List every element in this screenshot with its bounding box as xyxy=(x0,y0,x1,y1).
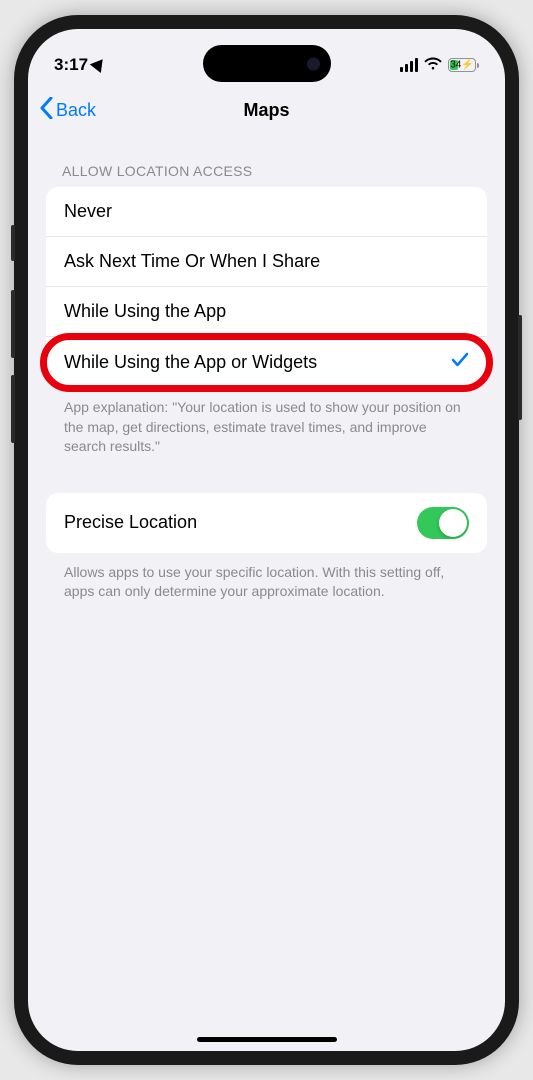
option-label: While Using the App xyxy=(64,301,226,322)
precise-location-footer: Allows apps to use your specific locatio… xyxy=(46,553,487,602)
status-time: 3:17 xyxy=(54,55,88,75)
page-title: Maps xyxy=(243,100,289,121)
location-access-header: ALLOW LOCATION ACCESS xyxy=(46,163,487,187)
option-ask-next-time[interactable]: Ask Next Time Or When I Share xyxy=(46,237,487,287)
option-never[interactable]: Never xyxy=(46,187,487,237)
location-services-icon xyxy=(90,55,108,73)
wifi-icon xyxy=(424,56,442,75)
nav-bar: Back Maps xyxy=(28,85,505,135)
cellular-signal-icon xyxy=(400,58,418,72)
phone-silent-switch xyxy=(11,225,15,261)
chevron-left-icon xyxy=(40,97,53,124)
phone-volume-up xyxy=(11,290,15,358)
phone-power-button xyxy=(518,315,522,420)
status-left: 3:17 xyxy=(54,55,106,75)
precise-location-card: Precise Location xyxy=(46,493,487,553)
phone-frame: 3:17 34⚡ xyxy=(14,15,519,1065)
checkmark-icon xyxy=(451,351,469,374)
option-label: Never xyxy=(64,201,112,222)
back-label: Back xyxy=(56,100,96,121)
location-access-card: Never Ask Next Time Or When I Share Whil… xyxy=(46,187,487,388)
home-indicator[interactable] xyxy=(197,1037,337,1042)
back-button[interactable]: Back xyxy=(40,97,96,124)
precise-location-label: Precise Location xyxy=(64,512,197,533)
dynamic-island xyxy=(203,45,331,82)
status-right: 34⚡ xyxy=(400,56,479,75)
option-while-using-app[interactable]: While Using the App xyxy=(46,287,487,337)
location-access-footer: App explanation: "Your location is used … xyxy=(46,388,487,457)
screen: 3:17 34⚡ xyxy=(28,29,505,1051)
battery-icon: 34⚡ xyxy=(448,58,479,72)
precise-location-toggle[interactable] xyxy=(417,507,469,539)
phone-volume-down xyxy=(11,375,15,443)
option-while-using-app-widgets[interactable]: While Using the App or Widgets xyxy=(46,337,487,388)
precise-location-row[interactable]: Precise Location xyxy=(46,493,487,553)
option-label: While Using the App or Widgets xyxy=(64,352,317,373)
content: ALLOW LOCATION ACCESS Never Ask Next Tim… xyxy=(28,135,505,602)
option-label: Ask Next Time Or When I Share xyxy=(64,251,320,272)
